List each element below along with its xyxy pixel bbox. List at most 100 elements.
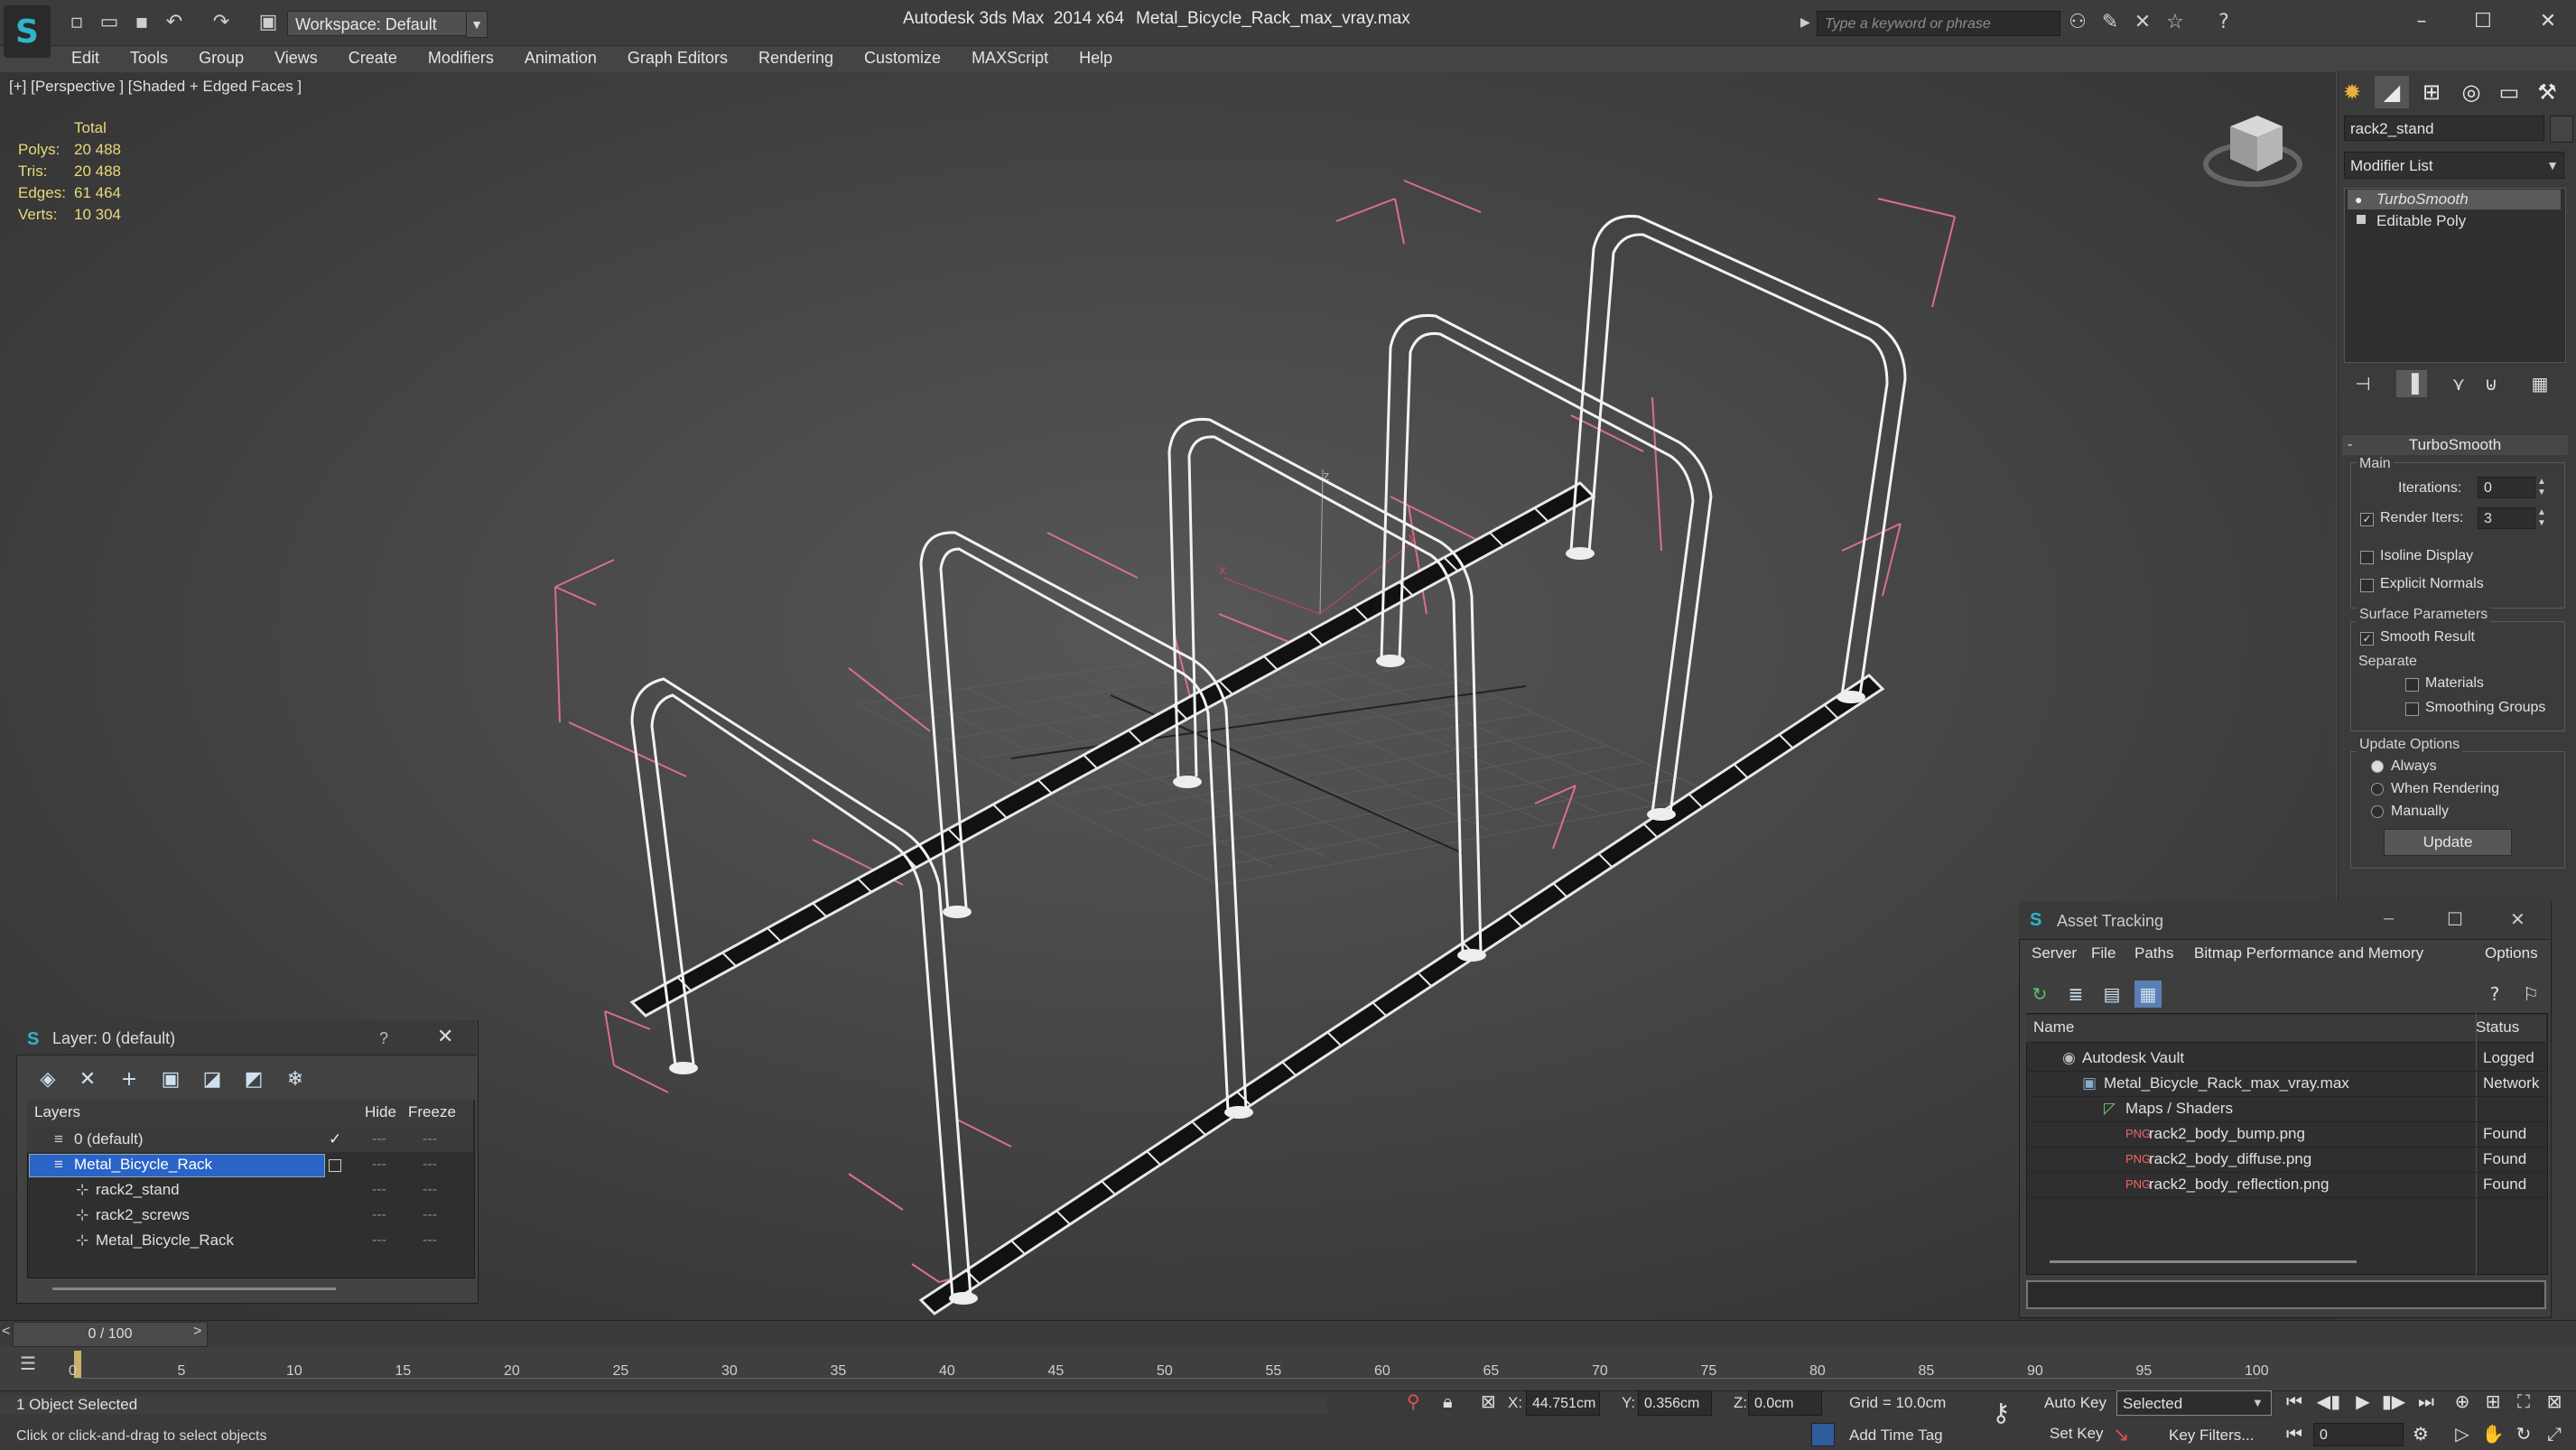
zoom-extents-icon[interactable]: ⛶ — [2510, 1389, 2537, 1414]
configure-sets-icon[interactable]: ▦ — [2525, 370, 2555, 397]
set-current-box[interactable] — [329, 1159, 341, 1172]
viewport-label[interactable]: [+] [Perspective ] [Shaded + Edged Faces… — [9, 78, 302, 96]
project-folder-icon[interactable]: ▣ — [256, 11, 280, 34]
layer-row[interactable]: ⊹ Metal_Bicycle_Rack --- --- — [27, 1228, 473, 1253]
help-icon[interactable]: ? — [2481, 981, 2508, 1008]
subscription-icon[interactable]: ✎ — [2098, 11, 2122, 34]
freeze-all-layers-icon[interactable]: ❄ — [280, 1065, 311, 1094]
curve-editor-icon[interactable]: ☰ — [13, 1352, 43, 1378]
menu-maxscript[interactable]: MAXScript — [956, 45, 1064, 70]
asset-menu-options[interactable]: Options — [2485, 944, 2538, 962]
asset-row[interactable]: ◸ Maps / Shaders — [2026, 1096, 2546, 1122]
key-icon[interactable]: ⚷ — [1992, 1398, 2011, 1427]
highlight-icon[interactable]: ⚐ — [2517, 981, 2544, 1008]
layer-row[interactable]: ⊹ rack2_stand --- --- — [27, 1177, 473, 1203]
asset-scrollbar[interactable] — [2050, 1260, 2357, 1263]
col-status[interactable]: Status — [2476, 1018, 2519, 1036]
zoom-all-icon[interactable]: ⊞ — [2479, 1389, 2506, 1414]
spinner-arrows-icon[interactable]: ▲ ▼ — [2537, 507, 2546, 529]
help-button[interactable]: ? — [379, 1029, 388, 1048]
lock-icon[interactable]: 🔒︎ — [1443, 1390, 1453, 1412]
z-coord-field[interactable]: 0.0cm — [1748, 1390, 1822, 1416]
display-tab-icon[interactable]: ▭ — [2492, 76, 2526, 108]
menu-views[interactable]: Views — [259, 45, 333, 70]
hierarchy-tab-icon[interactable]: ⊞ — [2414, 76, 2449, 108]
asset-menu-file[interactable]: File — [2091, 944, 2116, 962]
object-name-field[interactable]: rack2_stand — [2344, 116, 2544, 141]
turbosmooth-rollout-header[interactable]: TurboSmooth — [2342, 435, 2568, 455]
col-name[interactable]: Name — [2033, 1018, 2074, 1036]
undo-icon[interactable]: ↶ — [163, 11, 186, 34]
explicit-normals-checkbox[interactable] — [2360, 579, 2374, 592]
menu-edit[interactable]: Edit — [56, 45, 115, 70]
modify-tab-icon[interactable]: ◢ — [2375, 76, 2409, 108]
create-tab-icon[interactable]: ✹ — [2335, 76, 2369, 108]
search-input[interactable]: Type a keyword or phrase — [1817, 11, 2060, 36]
auto-key-button[interactable]: Auto Key — [2044, 1394, 2106, 1412]
smoothing-groups-checkbox[interactable] — [2405, 702, 2419, 716]
hide-toggle[interactable]: --- — [372, 1152, 386, 1177]
play-icon[interactable]: ▶ — [2349, 1389, 2376, 1414]
render-iters-checkbox[interactable]: ✓ — [2360, 513, 2374, 526]
save-file-icon[interactable]: ▪ — [130, 11, 153, 34]
time-tag-icon[interactable] — [1811, 1423, 1835, 1446]
make-unique-icon[interactable]: ⋎ — [2443, 370, 2474, 397]
next-frame-arrow-icon[interactable]: > — [193, 1324, 201, 1340]
asset-path-field[interactable] — [2026, 1280, 2546, 1309]
menu-rendering[interactable]: Rendering — [743, 45, 849, 70]
x-coord-field[interactable]: 44.751cm — [1526, 1390, 1600, 1416]
minimize-button[interactable]: – — [2384, 908, 2394, 929]
rollout-collapse-icon[interactable]: - — [2348, 437, 2352, 453]
asset-row[interactable]: PNG rack2_body_diffuse.png Found — [2026, 1147, 2546, 1173]
next-frame-icon[interactable]: ▮▶ — [2380, 1389, 2407, 1414]
key-mode-select[interactable]: Selected — [2116, 1390, 2272, 1416]
chevron-down-icon[interactable]: ▼ — [2542, 152, 2563, 179]
isolate-icon[interactable]: ⚲ — [1407, 1390, 1420, 1413]
time-slider-thumb[interactable]: 0 / 100 — [13, 1322, 208, 1347]
maximize-button[interactable]: ☐ — [2447, 908, 2463, 931]
menu-graph-editors[interactable]: Graph Editors — [612, 45, 743, 70]
asset-menu-server[interactable]: Server — [2032, 944, 2077, 962]
maximize-button[interactable]: ☐ — [2463, 5, 2503, 38]
workspace-select[interactable]: Workspace: Default — [287, 11, 470, 36]
maximize-viewport-icon[interactable]: ⤢ — [2541, 1421, 2568, 1446]
app-logo-icon[interactable]: S — [4, 5, 51, 58]
modifier-list-dropdown[interactable]: Modifier List — [2344, 152, 2564, 179]
key-filters-button[interactable]: Key Filters... — [2169, 1427, 2254, 1445]
lightbulb-icon[interactable]: ● — [2355, 192, 2362, 207]
layer-row[interactable]: ⊹ rack2_screws --- --- — [27, 1203, 473, 1228]
asset-menu-bitmap[interactable]: Bitmap Performance and Memory — [2194, 944, 2423, 962]
binoculars-icon[interactable]: ⚇ — [2066, 11, 2089, 34]
current-frame-field[interactable]: 0 — [2313, 1423, 2404, 1446]
spinner-arrows-icon[interactable]: ▲ ▼ — [2537, 477, 2546, 498]
chevron-down-icon[interactable]: ▼ — [2252, 1396, 2264, 1409]
asset-row[interactable]: PNG rack2_body_bump.png Found — [2026, 1121, 2546, 1148]
pan-icon[interactable]: ✋ — [2479, 1421, 2506, 1446]
key-mode-toggle-icon[interactable]: ⏮ — [2281, 1421, 2308, 1446]
y-coord-field[interactable]: 0.356cm — [1638, 1390, 1712, 1416]
col-freeze[interactable]: Freeze — [408, 1103, 456, 1121]
freeze-toggle[interactable]: --- — [423, 1228, 437, 1253]
menu-customize[interactable]: Customize — [849, 45, 956, 70]
freeze-toggle[interactable]: --- — [423, 1152, 437, 1177]
redo-icon[interactable]: ↷ — [209, 11, 233, 34]
layer-row[interactable]: ≡ 0 (default) ✓ --- --- — [27, 1127, 473, 1152]
active-layer-check-icon[interactable]: ✓ — [329, 1127, 341, 1152]
stack-item-editable-poly[interactable]: Editable Poly — [2348, 211, 2561, 231]
menu-modifiers[interactable]: Modifiers — [413, 45, 509, 70]
utilities-tab-icon[interactable]: ⚒ — [2530, 76, 2564, 108]
materials-checkbox[interactable] — [2405, 678, 2419, 692]
menu-create[interactable]: Create — [333, 45, 413, 70]
col-hide[interactable]: Hide — [365, 1103, 396, 1121]
zoom-extents-all-icon[interactable]: ⊠ — [2541, 1389, 2568, 1414]
asset-row[interactable]: PNG rack2_body_reflection.png Found — [2026, 1172, 2546, 1198]
always-radio[interactable] — [2371, 760, 2384, 773]
set-key-button[interactable]: Set Key — [2050, 1425, 2104, 1443]
new-file-icon[interactable]: ▫ — [65, 11, 88, 34]
list-view-icon[interactable]: ≣ — [2062, 981, 2089, 1008]
motion-tab-icon[interactable]: ◎ — [2454, 76, 2488, 108]
add-time-tag[interactable]: Add Time Tag — [1849, 1427, 1943, 1445]
isoline-display-checkbox[interactable] — [2360, 551, 2374, 564]
hide-all-layers-icon[interactable]: ◩ — [238, 1065, 269, 1094]
smooth-result-checkbox[interactable]: ✓ — [2360, 632, 2374, 646]
